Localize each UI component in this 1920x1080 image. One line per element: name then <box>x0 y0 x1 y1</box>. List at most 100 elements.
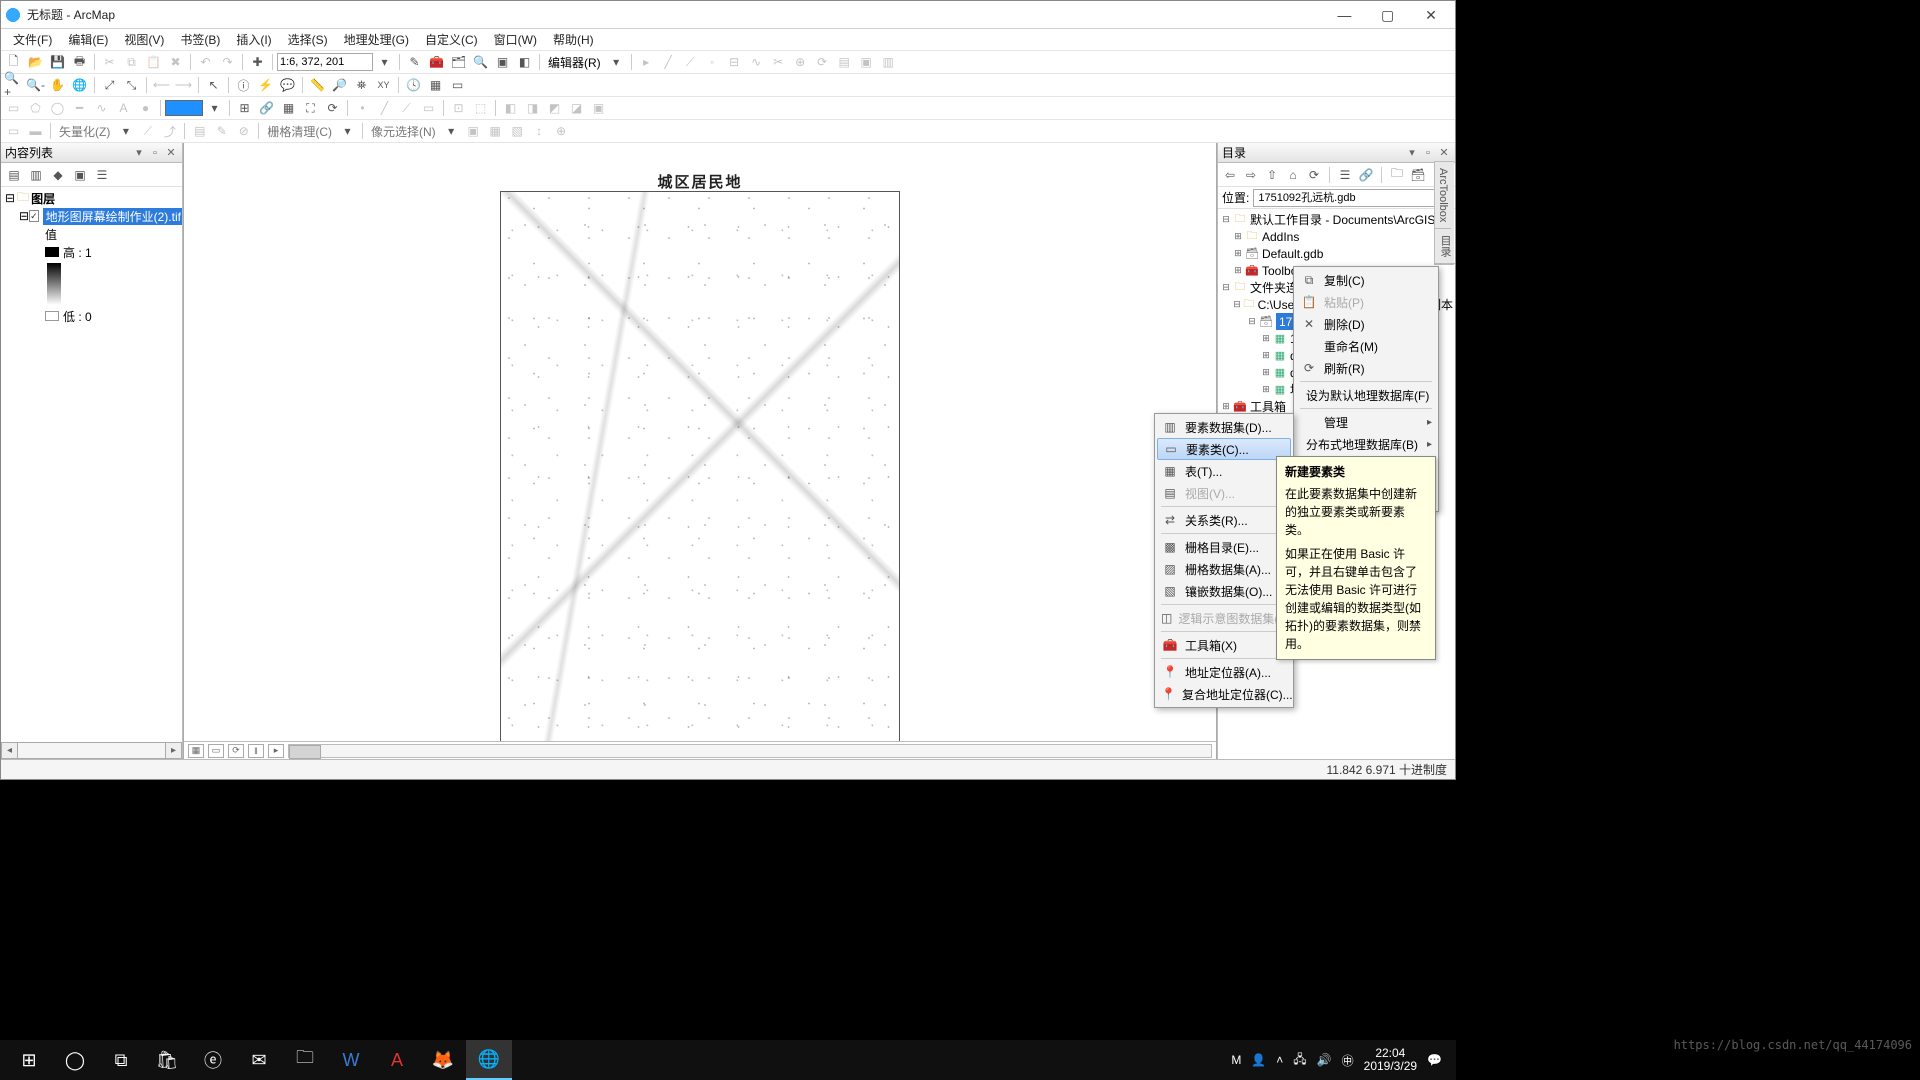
draw-poly-icon[interactable]: ⬠ <box>25 98 46 118</box>
vectorize-menu[interactable]: 矢量化(Z) <box>55 123 114 140</box>
georef-icon[interactable]: ⊞ <box>234 98 255 118</box>
ctx-set-default[interactable]: 设为默认地理数据库(F) <box>1296 384 1436 406</box>
draw-curve-icon[interactable]: ∿ <box>91 98 112 118</box>
sketch-point-icon[interactable]: • <box>352 98 373 118</box>
zoom-in-icon[interactable]: 🔍+ <box>3 75 24 95</box>
georef-link-icon[interactable]: 🔗 <box>256 98 277 118</box>
draw-circle-icon[interactable]: ◯ <box>47 98 68 118</box>
draw-line-icon[interactable]: ━ <box>69 98 90 118</box>
open-icon[interactable]: 📂 <box>25 52 46 72</box>
paste-icon[interactable]: 📋 <box>143 52 164 72</box>
ctx-rename[interactable]: 重命名(M) <box>1296 335 1436 357</box>
editor-toolbar-icon[interactable]: ✎ <box>404 52 425 72</box>
pix-tool1-icon[interactable]: ▣ <box>463 121 484 141</box>
copy-icon[interactable]: ⧉ <box>121 52 142 72</box>
fill-dropdown-icon[interactable]: ▾ <box>204 98 225 118</box>
pixsel-dropdown-icon[interactable]: ▾ <box>441 121 462 141</box>
edit-merge-icon[interactable]: ⊕ <box>790 52 811 72</box>
next-extent-icon[interactable]: ⟶ <box>173 75 194 95</box>
ctx-delete[interactable]: ✕删除(D) <box>1296 313 1436 335</box>
cat-home-icon[interactable]: ⌂ <box>1284 166 1302 184</box>
html-popup-icon[interactable]: 💬 <box>277 75 298 95</box>
toc-options-icon[interactable]: ☰ <box>93 166 111 184</box>
edit-reshape-icon[interactable]: ∿ <box>746 52 767 72</box>
sub-relationship-class[interactable]: ⇄关系类(R)... <box>1157 509 1291 531</box>
symbol-tool2-icon[interactable]: ◨ <box>522 98 543 118</box>
pan-icon[interactable]: ✋ <box>47 75 68 95</box>
menu-edit[interactable]: 编辑(E) <box>60 29 116 50</box>
modelbuilder-icon[interactable]: ◧ <box>514 52 535 72</box>
full-extent-icon[interactable]: 🌐 <box>69 75 90 95</box>
firefox-icon[interactable]: 🦊 <box>420 1040 466 1080</box>
edit-split-icon[interactable]: ⊟ <box>724 52 745 72</box>
toc-layer-name[interactable]: 地形图屏幕绘制作业(2).tif <box>43 208 182 225</box>
sub-address-locator[interactable]: 📍地址定位器(A)... <box>1157 661 1291 683</box>
tray-up-icon[interactable]: ˄ <box>1276 1053 1283 1067</box>
map-canvas[interactable]: 城区居民地 <box>184 143 1216 741</box>
close-button[interactable]: ✕ <box>1411 1 1451 29</box>
edit-line-icon[interactable]: ╱ <box>658 52 679 72</box>
scale-combo[interactable] <box>277 53 373 71</box>
list-by-visibility-icon[interactable]: ◆ <box>49 166 67 184</box>
toolbox-icon[interactable]: 🧰 <box>426 52 447 72</box>
store-icon[interactable]: 🛍 <box>144 1040 190 1080</box>
scale-dropdown-icon[interactable]: ▾ <box>374 52 395 72</box>
sub-feature-class[interactable]: ▭要素类(C)... <box>1157 438 1291 460</box>
sub-toolbox[interactable]: 🧰工具箱(X) <box>1157 634 1291 656</box>
cat-refresh-icon[interactable]: ⟳ <box>1305 166 1323 184</box>
explorer-icon[interactable]: 🗀 <box>282 1040 328 1080</box>
sub-raster-dataset[interactable]: ▨栅格数据集(A)... <box>1157 558 1291 580</box>
tray-ime-icon[interactable]: M <box>1231 1053 1241 1067</box>
find-icon[interactable]: 🔎 <box>329 75 350 95</box>
symbol-tool1-icon[interactable]: ◧ <box>500 98 521 118</box>
delete-icon[interactable]: ✖ <box>165 52 186 72</box>
toc-layer-row[interactable]: ⊟ ✓地形图屏幕绘制作业(2).tif <box>1 207 182 225</box>
edit-sketch-icon[interactable]: ▣ <box>856 52 877 72</box>
ctx-refresh[interactable]: ⟳刷新(R) <box>1296 357 1436 379</box>
maximize-button[interactable]: ▢ <box>1368 1 1408 29</box>
start-button[interactable]: ⊞ <box>6 1040 52 1080</box>
raster-cleanup-menu[interactable]: 栅格清理(C) <box>263 123 336 140</box>
list-by-selection-icon[interactable]: ▣ <box>71 166 89 184</box>
toc-close-icon[interactable]: ✕ <box>164 146 178 160</box>
identify-icon[interactable]: ⓘ <box>233 75 254 95</box>
menu-help[interactable]: 帮助(H) <box>545 29 602 50</box>
minimize-button[interactable]: — <box>1324 1 1364 29</box>
ctx-distributed-gdb[interactable]: 分布式地理数据库(B) <box>1296 433 1436 455</box>
undo-icon[interactable]: ↶ <box>195 52 216 72</box>
hyperlink-icon[interactable]: ⚡ <box>255 75 276 95</box>
sub-composite-locator[interactable]: 📍复合地址定位器(C)... <box>1157 683 1291 705</box>
menu-geoprocessing[interactable]: 地理处理(G) <box>336 29 417 50</box>
menu-window[interactable]: 窗口(W) <box>486 29 545 50</box>
ctx-paste[interactable]: 📋粘贴(P) <box>1296 291 1436 313</box>
vectorize-dropdown-icon[interactable]: ▾ <box>115 121 136 141</box>
menubar[interactable]: 文件(F) 编辑(E) 视图(V) 书签(B) 插入(I) 选择(S) 地理处理… <box>1 29 1455 51</box>
cat-node-home[interactable]: ⊟🗀默认工作目录 - Documents\ArcGIS <box>1218 211 1455 228</box>
editor-dropdown-icon[interactable]: ▾ <box>606 52 627 72</box>
sketch-rect-icon[interactable]: ▭ <box>418 98 439 118</box>
sketch-line-icon[interactable]: ╱ <box>374 98 395 118</box>
catalog-location-combo[interactable]: 1751092孔远杭.gdb <box>1253 189 1451 207</box>
menu-insert[interactable]: 插入(I) <box>228 29 279 50</box>
taskview-icon[interactable]: ⧉ <box>98 1040 144 1080</box>
scan-tool-icon[interactable]: ▭ <box>3 121 24 141</box>
symbol-tool3-icon[interactable]: ◩ <box>544 98 565 118</box>
cat-node-defaultgdb[interactable]: ⊞🗃Default.gdb <box>1218 245 1455 262</box>
toc-tree[interactable]: ⊟ 🗀图层 ⊟ ✓地形图屏幕绘制作业(2).tif 值 高 : 1 低 : 0 <box>1 187 182 742</box>
new-submenu[interactable]: ▥要素数据集(D)... ▭要素类(C)... ▦表(T)... ▤视图(V).… <box>1154 413 1294 708</box>
cortana-icon[interactable]: ◯ <box>52 1040 98 1080</box>
map-frame[interactable] <box>500 191 900 741</box>
edit-create-icon[interactable]: ▥ <box>878 52 899 72</box>
tray-vol-icon[interactable]: 🔊 <box>1317 1053 1332 1067</box>
georef-table-icon[interactable]: ▦ <box>278 98 299 118</box>
vec-tool1-icon[interactable]: ⟋ <box>137 121 158 141</box>
menu-file[interactable]: 文件(F) <box>5 29 60 50</box>
sub-raster-catalog[interactable]: ▩栅格目录(E)... <box>1157 536 1291 558</box>
windows-taskbar[interactable]: ⊞ ◯ ⧉ 🛍 ⓔ ✉ 🗀 W A 🦊 🌐 M 👤 ˄ 🖧 🔊 ㊥ 22:042… <box>0 1040 1456 1080</box>
cat-folder-icon[interactable]: 🗀 <box>1388 166 1406 184</box>
play-icon[interactable]: ▸ <box>268 744 284 758</box>
pix-tool2-icon[interactable]: ▦ <box>485 121 506 141</box>
vec-tool3-icon[interactable]: ▤ <box>189 121 210 141</box>
cat-toggle-icon[interactable]: ☰ <box>1336 166 1354 184</box>
toc-hscroll[interactable]: ◂▸ <box>1 742 182 759</box>
